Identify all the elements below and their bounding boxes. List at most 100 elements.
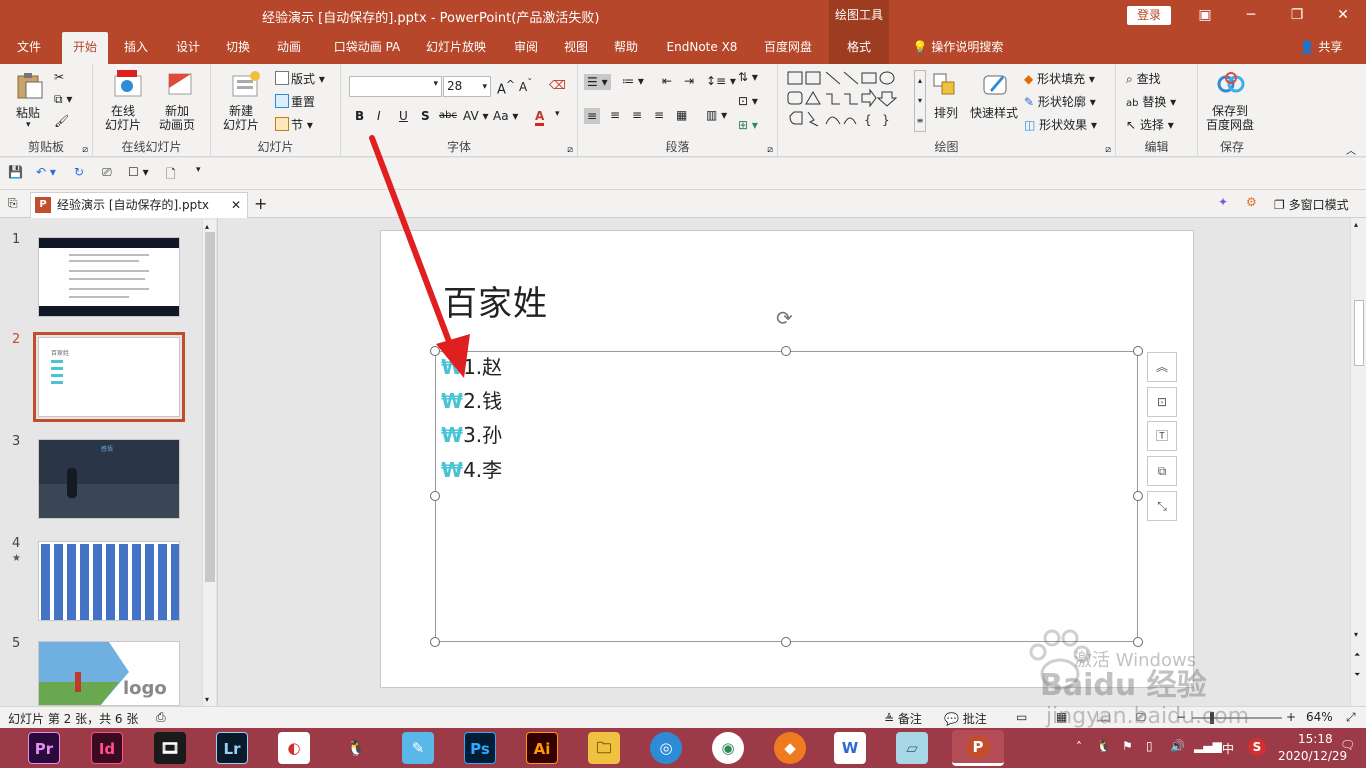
select-button[interactable]: ↖ 选择 ▾	[1126, 116, 1174, 133]
resize-handle-n[interactable]	[781, 346, 791, 356]
slideshow-start-icon[interactable]: ⎚	[102, 165, 112, 180]
tab-insert[interactable]: 插入	[116, 32, 156, 64]
notes-button[interactable]: ≜ 备注	[884, 710, 922, 727]
slide-thumbnail[interactable]	[38, 541, 180, 621]
tab-animations[interactable]: 动画	[268, 32, 310, 64]
resize-handle-e[interactable]	[1133, 491, 1143, 501]
lightroom-icon[interactable]: Lr	[216, 732, 248, 764]
paste-button[interactable]: 粘贴	[16, 104, 40, 121]
crop-align-icon[interactable]: ⊡	[1147, 387, 1177, 417]
replace-button[interactable]: ab 替换 ▾	[1126, 93, 1176, 110]
drawing-dialog-launcher-icon[interactable]: ⧄	[1105, 145, 1111, 155]
paragraph-dialog-launcher-icon[interactable]: ⧄	[767, 145, 773, 155]
notification-icon[interactable]: 🗨	[1340, 738, 1355, 752]
powerpoint-taskbar-icon[interactable]: P	[952, 730, 1004, 766]
tab-slideshow[interactable]: 幻灯片放映	[420, 32, 492, 64]
baidu-netdisk-icon[interactable]	[1216, 70, 1246, 98]
customize-qat-icon[interactable]: ▾	[196, 165, 201, 175]
distributed-icon[interactable]: ▦	[676, 108, 687, 122]
chrome-icon[interactable]: ◉	[712, 732, 744, 764]
battery-icon[interactable]: ▯	[1146, 739, 1153, 753]
justify-icon[interactable]: ≡	[654, 108, 664, 122]
align-center-icon[interactable]: ≡	[610, 108, 620, 122]
tab-pocket-animation[interactable]: 口袋动画 PA	[326, 32, 408, 64]
arrange-button[interactable]: 排列	[934, 104, 958, 121]
document-tab[interactable]: P 经验演示 [自动保存的].pptx ✕	[30, 192, 248, 218]
qq-icon[interactable]: 🐧	[340, 732, 372, 764]
quick-styles-icon[interactable]	[980, 70, 1010, 98]
media-app-icon[interactable]: ◐	[278, 732, 310, 764]
tab-baidu-netdisk[interactable]: 百度网盘	[756, 32, 820, 64]
close-tab-icon[interactable]: ✕	[231, 193, 241, 217]
font-name-dropdown-icon[interactable]: ▾	[433, 79, 438, 89]
text-direction-icon[interactable]: ⇅ ▾	[738, 70, 758, 84]
editor-scroll-down-icon[interactable]: ▾	[1354, 630, 1358, 639]
editor-scrollbar[interactable]: ▴ ▾ ⏶ ⏷	[1350, 218, 1366, 706]
minimize-button[interactable]: ─	[1228, 0, 1274, 32]
tab-format[interactable]: 格式	[829, 32, 889, 64]
tab-endnote[interactable]: EndNote X8	[660, 32, 744, 64]
font-size-input[interactable]: 28 ▾	[443, 76, 491, 97]
section-button[interactable]: 节 ▾	[275, 116, 313, 133]
strikethrough-icon[interactable]: abc	[439, 110, 457, 121]
share-button[interactable]: 👤 共享	[1294, 32, 1348, 64]
new-slide-icon[interactable]	[231, 70, 261, 98]
copy-icon[interactable]: ⧉ ▾	[54, 92, 72, 107]
browser-icon[interactable]: ◎	[650, 732, 682, 764]
new-document-icon[interactable]: 🗋	[166, 165, 176, 186]
settings-gear-icon[interactable]: ⚙	[1246, 195, 1257, 209]
new-animation-page-icon[interactable]	[165, 70, 195, 98]
login-button[interactable]: 登录	[1127, 6, 1171, 25]
tab-home[interactable]: 开始	[62, 32, 108, 64]
tab-design[interactable]: 设计	[168, 32, 208, 64]
clear-format-icon[interactable]: ⌫	[549, 78, 566, 92]
redo-icon[interactable]: ↻	[74, 165, 84, 179]
media-player-icon[interactable]: ◆	[774, 732, 806, 764]
tab-transitions[interactable]: 切换	[218, 32, 258, 64]
slide-thumbnail[interactable]	[38, 237, 180, 317]
wps-icon[interactable]: W	[834, 732, 866, 764]
clock-date[interactable]: 2020/12/29	[1278, 749, 1347, 763]
tab-list-icon[interactable]: ⎘	[8, 196, 18, 211]
ribbon-display-icon[interactable]: ▣	[1182, 0, 1228, 32]
tray-expand-icon[interactable]: ˄	[1076, 740, 1082, 754]
text-box-icon[interactable]: 🅃	[1147, 421, 1177, 451]
dialog-launcher-icon[interactable]: ⧄	[82, 145, 88, 155]
change-case-icon[interactable]: Aa ▾	[493, 109, 518, 123]
shapes-gallery[interactable]: {}	[786, 70, 914, 132]
clock-time[interactable]: 15:18	[1298, 732, 1333, 746]
multi-window-button[interactable]: ❐ 多窗口模式	[1274, 196, 1349, 213]
align-right-icon[interactable]: ≡	[632, 108, 642, 122]
scroll-thumb[interactable]	[205, 232, 215, 582]
notebook-icon[interactable]: ▱	[896, 732, 928, 764]
file-explorer-icon[interactable]: 🗀	[588, 732, 620, 764]
arrange-icon[interactable]	[930, 70, 960, 98]
rotate-handle-icon[interactable]: ⟳	[776, 306, 793, 330]
tab-view[interactable]: 视图	[556, 32, 596, 64]
online-slide-icon[interactable]	[113, 70, 143, 98]
shape-fill-button[interactable]: ◆ 形状填充 ▾	[1024, 70, 1095, 87]
shrink-font-icon[interactable]: Aˇ	[519, 78, 532, 94]
slide-info[interactable]: 幻灯片 第 2 张，共 6 张	[8, 710, 138, 727]
tray-flag-icon[interactable]: ⚑	[1122, 739, 1133, 753]
align-text-icon[interactable]: ⊡ ▾	[738, 94, 758, 108]
tab-help[interactable]: 帮助	[606, 32, 646, 64]
slide-thumbnail[interactable]: logo	[38, 641, 180, 706]
video-editor-icon[interactable]: 🎞	[154, 732, 186, 764]
new-animation-page-button[interactable]: 新加 动画页	[159, 104, 195, 132]
zoom-level[interactable]: 64%	[1306, 710, 1333, 724]
bullet-item[interactable]: ₩2.钱	[441, 388, 502, 414]
align-left-icon[interactable]: ≡	[584, 108, 601, 124]
font-color-icon[interactable]: A	[535, 109, 545, 126]
paste-dropdown-icon[interactable]: ▾	[26, 120, 31, 130]
scroll-down-icon[interactable]: ▾	[205, 695, 209, 704]
slide-thumbnail[interactable]: 感悟	[38, 439, 180, 519]
zoom-in-icon[interactable]: +	[1286, 710, 1296, 724]
sogou-icon[interactable]: S	[1248, 738, 1266, 756]
columns-icon[interactable]: ▥ ▾	[706, 108, 727, 122]
spellcheck-icon[interactable]: ⎙	[156, 710, 166, 725]
smartart-icon[interactable]: ⊞ ▾	[738, 118, 758, 132]
paste-icon[interactable]	[14, 72, 44, 100]
reset-button[interactable]: 重置	[275, 93, 315, 110]
resize-icon[interactable]: ⤡	[1147, 491, 1177, 521]
